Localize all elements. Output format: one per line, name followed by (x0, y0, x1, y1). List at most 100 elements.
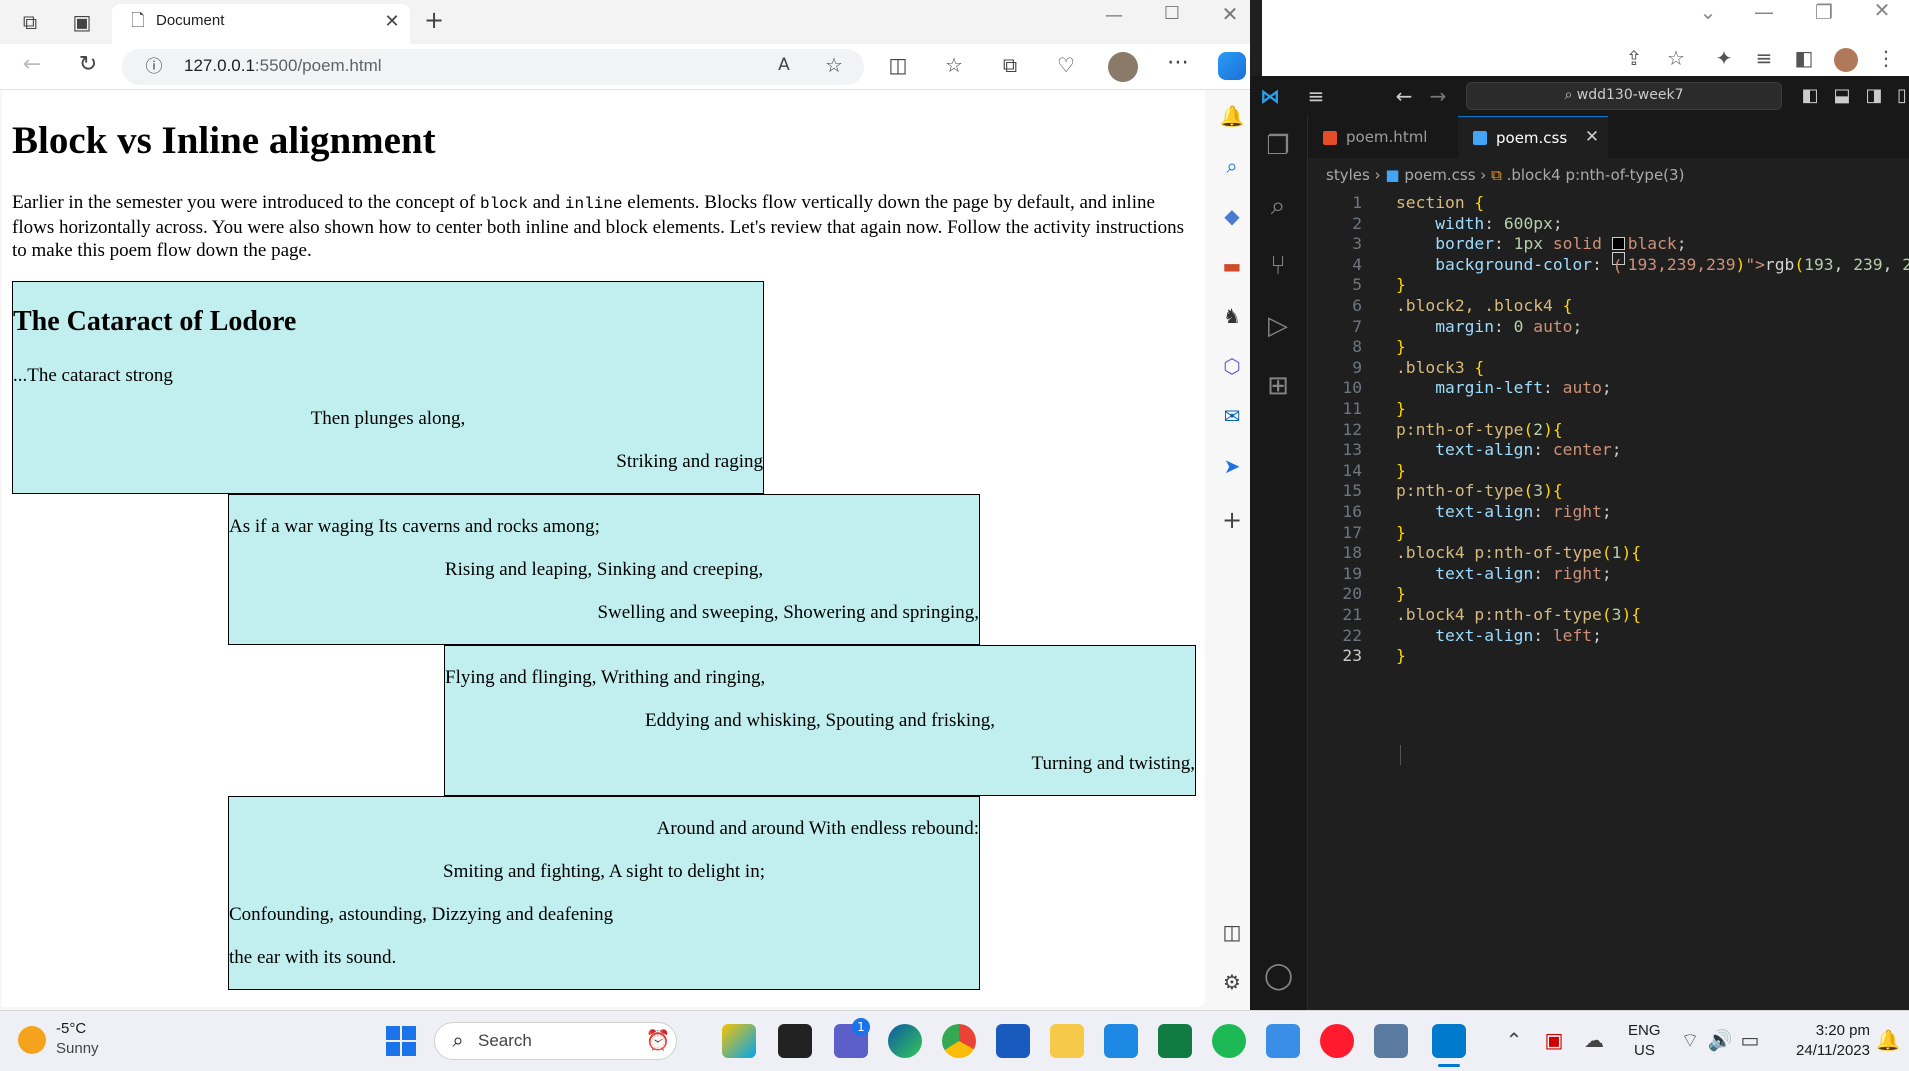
line-number: 23 (1342, 646, 1362, 666)
split-screen-icon[interactable]: ◫ (884, 55, 912, 75)
hide-sidebar-icon[interactable]: ◫ (1218, 922, 1246, 942)
file-explorer-app-icon[interactable] (1050, 1024, 1084, 1058)
edge-app-icon[interactable] (888, 1024, 922, 1058)
back-icon[interactable]: ← (18, 54, 46, 76)
clock-date[interactable]: 24/11/2023 (1770, 1042, 1870, 1059)
weather-temp[interactable]: -5°C (56, 1020, 86, 1037)
url-text[interactable]: 127.0.0.1:5500/poem.html (184, 56, 382, 76)
browser-essentials-icon[interactable]: ♡ (1052, 55, 1080, 75)
tab-actions-icon[interactable]: ▣ (68, 12, 96, 32)
weather-sun-icon[interactable] (18, 1026, 46, 1054)
maximize-icon[interactable]: ☐ (1158, 4, 1186, 24)
refresh-icon[interactable]: ↻ (74, 54, 102, 76)
word-app-icon[interactable] (996, 1024, 1030, 1058)
taskview-app-icon[interactable] (778, 1024, 812, 1058)
start-icon[interactable] (386, 1026, 416, 1056)
extensions-icon[interactable]: ⊞ (1264, 373, 1292, 399)
toggle-primary-sidebar-icon[interactable]: ◧ (1796, 86, 1824, 106)
clock-time[interactable]: 3:20 pm (1790, 1022, 1870, 1039)
color-swatch[interactable] (1611, 237, 1625, 251)
explorer-icon[interactable]: ❐ (1264, 133, 1292, 159)
breadcrumb-file[interactable]: poem.css (1404, 166, 1475, 184)
sidebar-search-icon[interactable]: ⌕ (1218, 156, 1246, 176)
sidebar-settings-icon[interactable]: ⚙ (1218, 972, 1246, 992)
microsoft365-icon[interactable]: ⬡ (1218, 356, 1246, 376)
favorite-star-icon[interactable]: ☆ (820, 55, 848, 75)
tools-icon[interactable]: ▬ (1218, 256, 1246, 276)
toggle-panel-icon[interactable]: ⬓ (1828, 86, 1856, 106)
code-text: } (1396, 646, 1406, 666)
more-menu-icon[interactable]: ⋯ (1164, 52, 1192, 74)
copilot-preview-app-icon[interactable] (722, 1024, 756, 1058)
calculator-app-icon[interactable] (1374, 1024, 1408, 1058)
volume-icon[interactable]: 🔊 (1706, 1030, 1734, 1050)
onedrive-icon[interactable]: ☁ (1580, 1030, 1608, 1050)
shopping-icon[interactable]: ◆ (1218, 206, 1246, 226)
notification-bell-icon[interactable]: 🔔 (1874, 1030, 1902, 1050)
nav-back-icon[interactable]: ← (1390, 86, 1418, 106)
notifications-bell-icon[interactable]: 🔔 (1218, 106, 1246, 126)
tray-app-icon[interactable]: ▣ (1540, 1030, 1568, 1050)
add-sidebar-app-icon[interactable]: + (1218, 508, 1246, 532)
profile-avatar[interactable] (1108, 52, 1138, 82)
source-control-icon[interactable]: ⑂ (1264, 253, 1292, 279)
workspaces-icon[interactable]: ⧉ (16, 12, 44, 32)
info-icon[interactable]: ⓘ (140, 57, 168, 77)
spotify-app-icon[interactable] (1212, 1024, 1246, 1058)
vscode-restore-icon[interactable]: ❐ (1810, 2, 1838, 22)
poem-line: Around and around With endless rebound: (656, 818, 979, 839)
breadcrumb-symbol[interactable]: .block4 p:nth-of-type(3) (1507, 166, 1685, 184)
notepad-app-icon[interactable] (1104, 1024, 1138, 1058)
url-host: 127.0.0.1 (184, 56, 255, 75)
opera-app-icon[interactable] (1320, 1024, 1354, 1058)
show-hidden-icons-icon[interactable]: ⌃ (1500, 1030, 1528, 1050)
intro-text-mid: and (527, 192, 565, 213)
favorites-icon[interactable]: ☆ (940, 55, 968, 75)
collections-icon[interactable]: ⧉ (996, 55, 1024, 75)
poem-line: ...The cataract strong (13, 365, 173, 386)
sidepanel-icon[interactable]: ◧ (1790, 48, 1818, 68)
media-icon[interactable]: ≡ (1750, 48, 1778, 68)
bookmark-star-icon[interactable]: ☆ (1662, 48, 1690, 68)
vscode-minimize-icon[interactable]: — (1750, 2, 1778, 22)
new-tab-icon[interactable]: + (420, 8, 448, 32)
chrome-app-icon[interactable] (942, 1024, 976, 1058)
weather-desc[interactable]: Sunny (56, 1040, 99, 1057)
kebab-menu-icon[interactable]: ⋮ (1872, 48, 1900, 68)
read-aloud-icon[interactable]: A (770, 55, 798, 75)
outlook-icon[interactable]: ✉ (1218, 406, 1246, 426)
wifi-icon[interactable]: ⌔ (1676, 1030, 1704, 1050)
app-icon[interactable] (1266, 1024, 1300, 1058)
vscode-app-icon[interactable] (1432, 1024, 1466, 1058)
customize-layout-icon[interactable]: ▯ (1888, 86, 1909, 106)
excel-app-icon[interactable] (1158, 1024, 1192, 1058)
language-top[interactable]: ENG (1628, 1022, 1661, 1039)
nav-forward-icon[interactable]: → (1424, 86, 1452, 106)
close-tab-icon[interactable]: ✕ (378, 12, 406, 32)
accounts-icon[interactable]: ◯ (1264, 963, 1293, 989)
copilot-icon[interactable] (1218, 52, 1246, 80)
user-avatar[interactable] (1834, 48, 1858, 72)
poem-line: Then plunges along, (310, 408, 466, 429)
toggle-secondary-sidebar-icon[interactable]: ◨ (1860, 86, 1888, 106)
vscode-close-icon[interactable]: ✕ (1868, 0, 1896, 20)
poem-line: Swelling and sweeping, Showering and spr… (597, 602, 979, 623)
breadcrumb-folder[interactable]: styles (1326, 166, 1370, 184)
breadcrumb: styles › ■ poem.css › ⧉ .block4 p:nth-of… (1326, 166, 1684, 184)
language-bottom[interactable]: US (1634, 1042, 1655, 1059)
color-swatch[interactable]: ( (1611, 251, 1625, 275)
poem-block-3: Flying and flinging, Writhing and ringin… (444, 645, 1196, 796)
close-tab-icon[interactable]: ✕ (1578, 127, 1606, 147)
share-icon[interactable]: ⇪ (1620, 48, 1648, 68)
minimize-icon[interactable]: — (1100, 6, 1128, 26)
games-icon[interactable]: ♞ (1218, 306, 1246, 326)
search-icon[interactable]: ⌕ (1264, 193, 1292, 219)
drop-icon[interactable]: ➤ (1218, 456, 1246, 476)
close-window-icon[interactable]: ✕ (1216, 4, 1244, 24)
hamburger-menu-icon[interactable]: ≡ (1302, 86, 1330, 106)
code-line[interactable]: 23} (1308, 643, 1909, 668)
chevron-down-icon[interactable]: ⌄ (1694, 2, 1722, 22)
extensions-puzzle-icon[interactable]: ✦ (1710, 48, 1738, 68)
run-debug-icon[interactable]: ▷ (1264, 313, 1292, 339)
battery-icon[interactable]: ▭ (1736, 1030, 1764, 1050)
